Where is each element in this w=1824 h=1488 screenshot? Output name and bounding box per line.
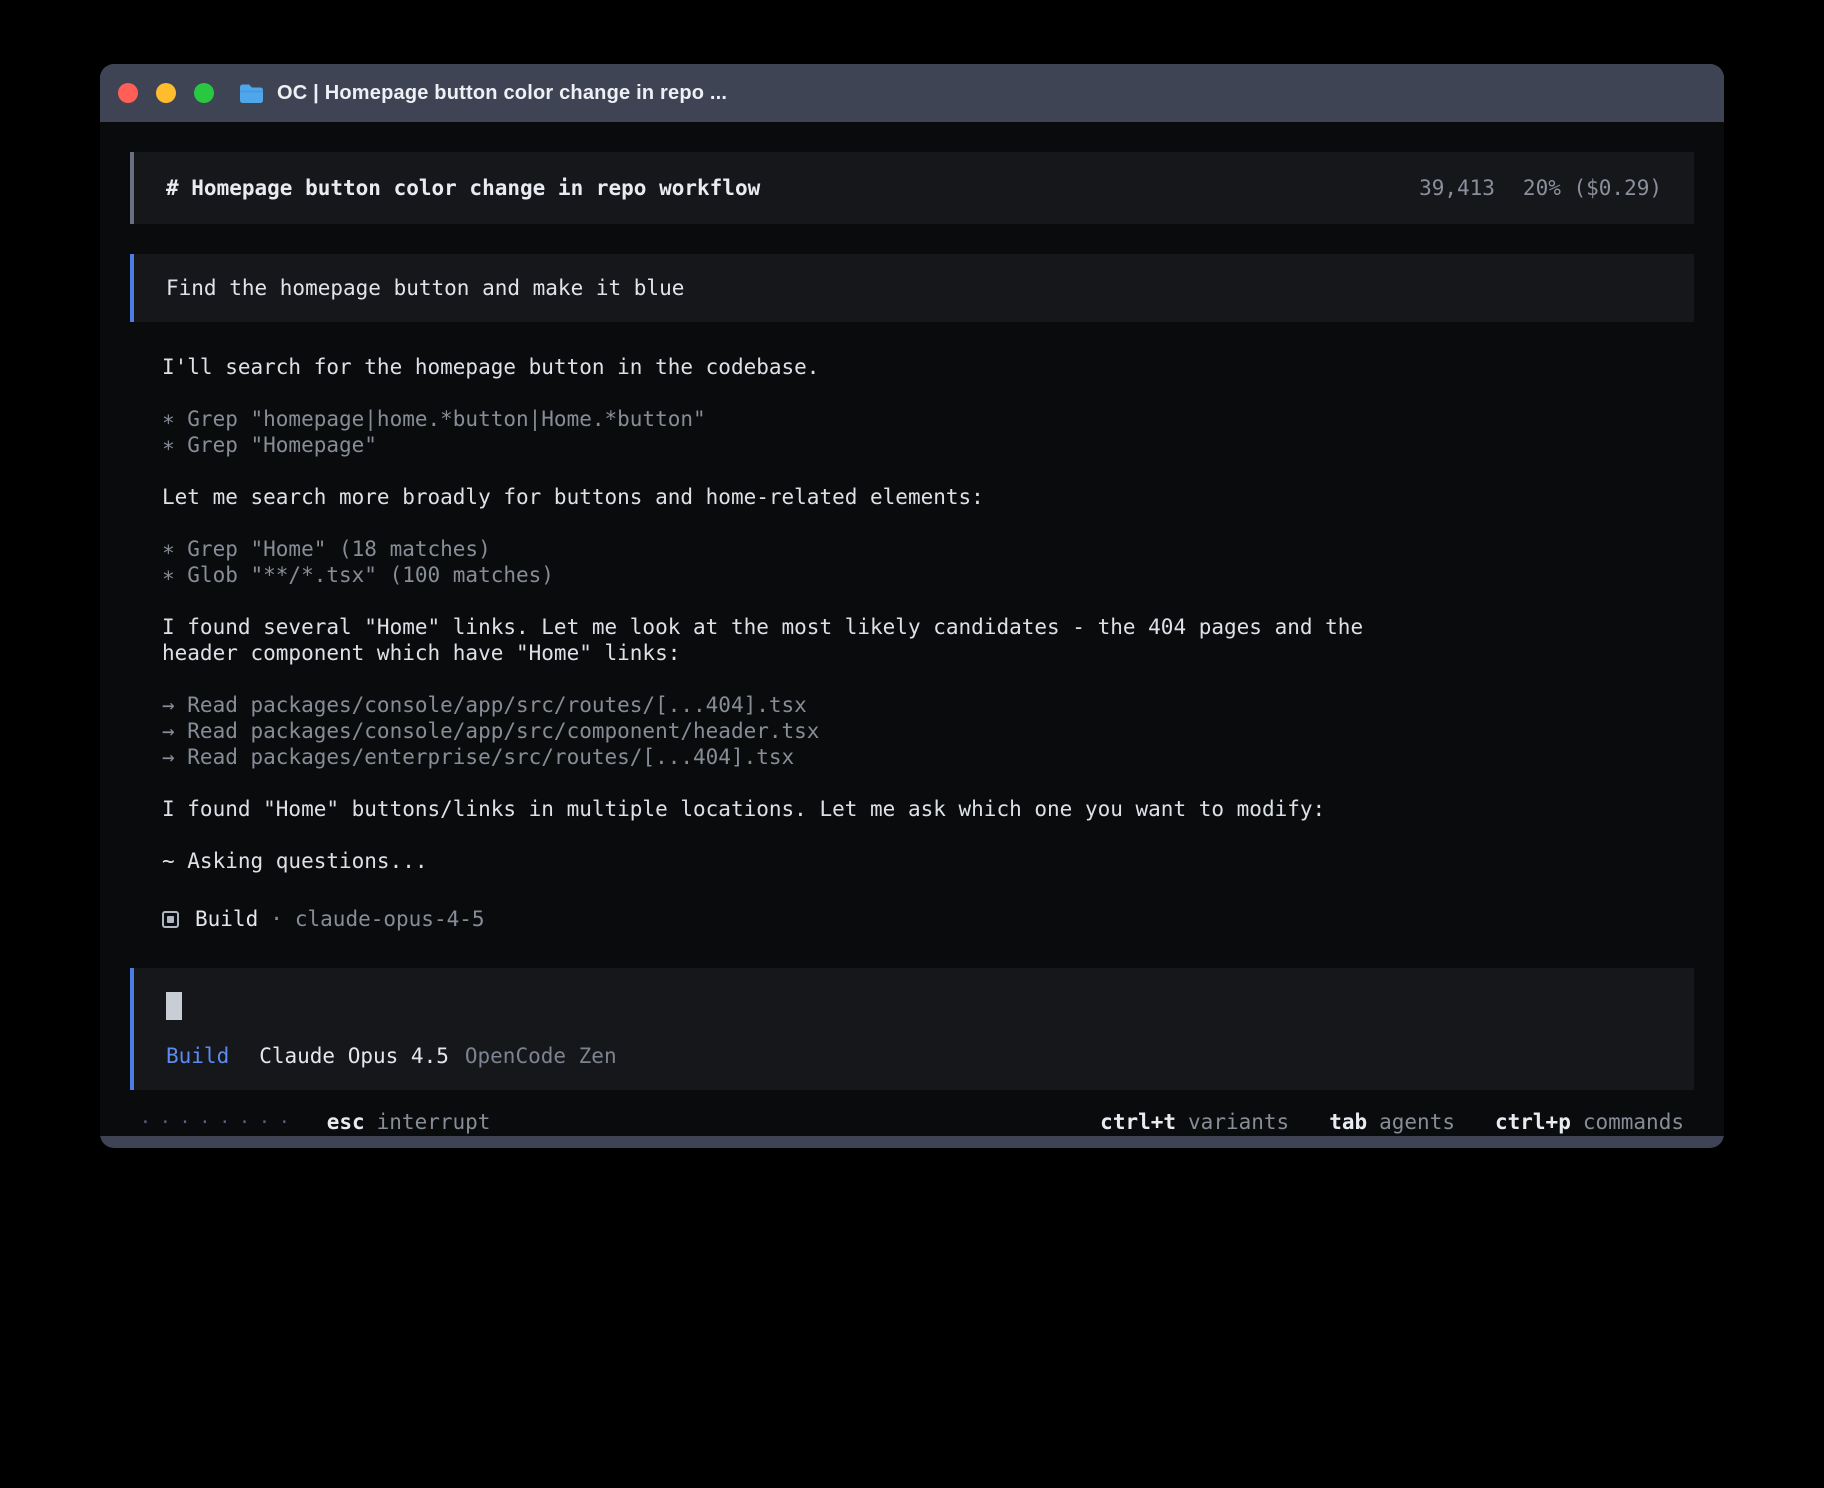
variants-label: variants	[1188, 1110, 1289, 1134]
tool-call-read: → Read packages/console/app/src/componen…	[162, 718, 1662, 744]
statusbar-right: ctrl+t variants tab agents ctrl+p comman…	[1060, 1110, 1684, 1134]
statusbar-left: ········ esc interrupt	[140, 1110, 490, 1134]
assistant-text: I found "Home" buttons/links in multiple…	[162, 796, 1412, 822]
context-usage: 20% ($0.29)	[1523, 176, 1662, 200]
assistant-text: I found several "Home" links. Let me loo…	[162, 614, 1412, 666]
assistant-status-message: ~ Asking questions...	[162, 848, 1412, 874]
input-status-row: Build Claude Opus 4.5 OpenCode Zen	[166, 1044, 1662, 1068]
spinner-dots: ········	[140, 1112, 299, 1133]
ctrl-p-key-hint: ctrl+p	[1495, 1110, 1571, 1134]
folder-icon	[238, 82, 265, 105]
prompt-input[interactable]: Build Claude Opus 4.5 OpenCode Zen	[130, 968, 1694, 1090]
terminal-window: OC | Homepage button color change in rep…	[100, 64, 1724, 1148]
assistant-text: I'll search for the homepage button in t…	[162, 354, 1412, 380]
agent-name: Build	[195, 906, 258, 932]
shortcut-variants: ctrl+t variants	[1100, 1110, 1289, 1134]
provider-label: OpenCode Zen	[465, 1044, 617, 1068]
assistant-message: I found "Home" buttons/links in multiple…	[162, 796, 1412, 822]
tool-call-read: → Read packages/enterprise/src/routes/[.…	[162, 744, 1662, 770]
tool-call-glob: ∗ Glob "**/*.tsx" (100 matches)	[162, 562, 1662, 588]
tool-call-grep: ∗ Grep "homepage|home.*button|Home.*butt…	[162, 406, 1662, 432]
session-header: # Homepage button color change in repo w…	[130, 152, 1694, 224]
session-title: # Homepage button color change in repo w…	[166, 176, 760, 200]
agent-separator: ·	[270, 906, 283, 932]
esc-key-hint: esc	[327, 1110, 365, 1134]
assistant-message: I'll search for the homepage button in t…	[162, 354, 1412, 380]
tool-call-group: → Read packages/console/app/src/routes/[…	[162, 692, 1662, 770]
text-cursor	[166, 992, 182, 1020]
ctrl-t-key-hint: ctrl+t	[1100, 1110, 1176, 1134]
zoom-button[interactable]	[194, 83, 214, 103]
assistant-message: I found several "Home" links. Let me loo…	[162, 614, 1412, 666]
tool-call-read: → Read packages/console/app/src/routes/[…	[162, 692, 1662, 718]
agents-label: agents	[1379, 1110, 1455, 1134]
shortcut-agents: tab agents	[1329, 1110, 1455, 1134]
terminal-content: # Homepage button color change in repo w…	[100, 122, 1724, 1136]
token-count: 39,413	[1419, 176, 1495, 200]
agent-model: claude-opus-4-5	[295, 906, 485, 932]
user-message-text: Find the homepage button and make it blu…	[166, 276, 684, 300]
assistant-text: Let me search more broadly for buttons a…	[162, 484, 1412, 510]
square-dot-icon	[162, 911, 179, 928]
esc-key-label: interrupt	[377, 1110, 491, 1134]
asking-questions-text: ~ Asking questions...	[162, 848, 1412, 874]
close-button[interactable]	[118, 83, 138, 103]
tab-key-hint: tab	[1329, 1110, 1367, 1134]
tool-call-group: ∗ Grep "homepage|home.*button|Home.*butt…	[162, 406, 1662, 458]
traffic-lights	[118, 83, 214, 103]
mode-label[interactable]: Build	[166, 1044, 229, 1068]
model-label: Claude Opus 4.5	[259, 1044, 449, 1068]
tool-call-group: ∗ Grep "Home" (18 matches) ∗ Glob "**/*.…	[162, 536, 1662, 588]
transcript: I'll search for the homepage button in t…	[130, 322, 1694, 932]
commands-label: commands	[1583, 1110, 1684, 1134]
titlebar-title-group: OC | Homepage button color change in rep…	[238, 82, 727, 105]
minimize-button[interactable]	[156, 83, 176, 103]
titlebar[interactable]: OC | Homepage button color change in rep…	[100, 64, 1724, 122]
shortcut-commands: ctrl+p commands	[1495, 1110, 1684, 1134]
window-title: OC | Homepage button color change in rep…	[277, 82, 727, 105]
session-meta: 39,413 20% ($0.29)	[1419, 176, 1662, 200]
status-bar: ········ esc interrupt ctrl+t variants t…	[130, 1090, 1694, 1134]
tool-call-grep: ∗ Grep "Homepage"	[162, 432, 1662, 458]
user-message: Find the homepage button and make it blu…	[130, 254, 1694, 322]
assistant-message: Let me search more broadly for buttons a…	[162, 484, 1412, 510]
tool-call-grep: ∗ Grep "Home" (18 matches)	[162, 536, 1662, 562]
agent-status: Build · claude-opus-4-5	[162, 906, 1662, 932]
